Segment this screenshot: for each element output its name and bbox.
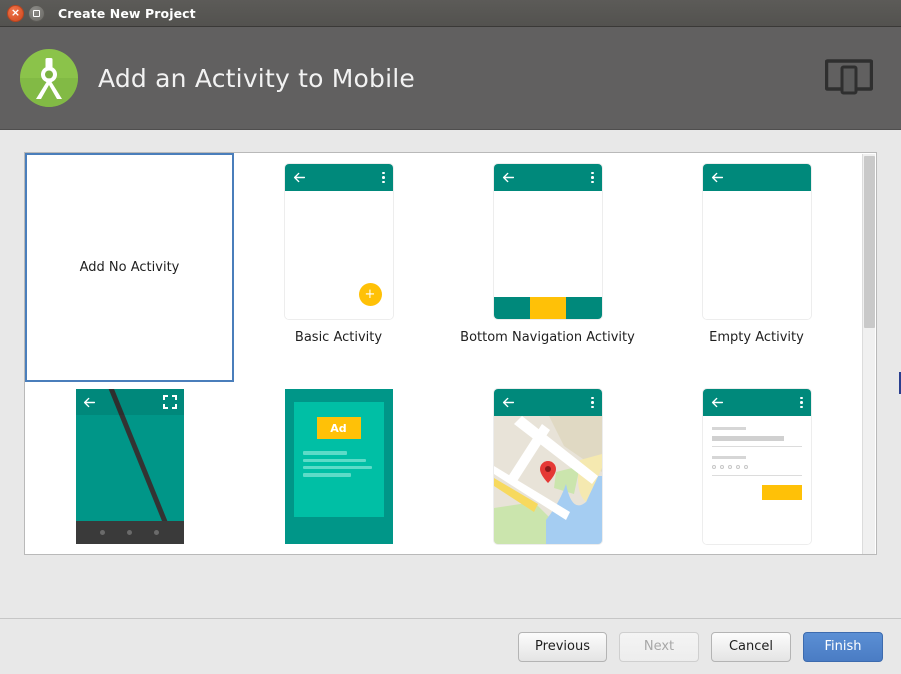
previous-button[interactable]: Previous	[518, 632, 607, 662]
bottom-navigation-bar	[494, 297, 602, 319]
admob-activity-thumbnail: Ad	[285, 389, 393, 544]
window-title: Create New Project	[58, 6, 196, 21]
template-card-bottom-navigation-activity[interactable]: Bottom Navigation Activity	[443, 164, 652, 345]
cancel-button[interactable]: Cancel	[711, 632, 791, 662]
overflow-menu-icon	[591, 172, 594, 184]
template-card-basic-activity[interactable]: + Basic Activity	[234, 164, 443, 345]
template-card-no-activity[interactable]: Add No Activity	[25, 153, 234, 382]
wizard-footer: Previous Next Cancel Finish	[0, 618, 901, 674]
back-arrow-icon	[293, 171, 306, 184]
back-arrow-icon	[83, 396, 96, 409]
template-card-empty-activity[interactable]: Empty Activity	[652, 164, 861, 345]
bottom-nav-item-active	[530, 297, 566, 319]
field-value-placeholder	[712, 436, 784, 441]
app-bar	[285, 164, 393, 191]
text-placeholder-line	[303, 473, 352, 477]
password-field-placeholder	[712, 456, 802, 476]
app-bar	[494, 164, 602, 191]
plus-icon: +	[365, 288, 376, 301]
text-placeholder-line	[303, 466, 372, 469]
vertical-scrollbar[interactable]	[862, 154, 875, 555]
fullscreen-expand-icon	[163, 395, 177, 409]
sign-in-button-placeholder	[762, 485, 802, 500]
back-arrow-icon	[711, 396, 724, 409]
template-gallery-area: Add No Activity +	[0, 130, 901, 618]
content-area: +	[285, 191, 393, 319]
maps-activity-thumbnail	[494, 389, 602, 544]
finish-button[interactable]: Finish	[803, 632, 883, 662]
close-icon: ×	[11, 7, 20, 18]
dot-indicator	[100, 530, 105, 535]
text-placeholder-line	[303, 451, 348, 455]
dot-indicator	[154, 530, 159, 535]
page-title: Add an Activity to Mobile	[98, 64, 415, 93]
empty-activity-thumbnail	[703, 164, 811, 319]
maximize-button[interactable]	[28, 5, 45, 22]
bottom-nav-item	[494, 297, 530, 319]
overflow-menu-icon	[591, 397, 594, 409]
template-label: Basic Activity	[234, 330, 443, 345]
map-pin-icon	[540, 461, 556, 483]
template-card-google-admob-ads-activity[interactable]: Ad Google AdMob Ads Activity	[234, 389, 443, 555]
text-placeholder-line	[303, 459, 366, 462]
bottom-control-bar	[76, 521, 184, 544]
dot-indicator	[127, 530, 132, 535]
template-card-fullscreen-activity[interactable]: Fullscreen Activity	[25, 389, 234, 555]
floating-action-button-icon: +	[359, 283, 382, 306]
field-label-placeholder	[712, 427, 746, 430]
ad-card: Ad	[294, 402, 384, 517]
content-area	[494, 191, 602, 319]
template-card-google-maps-activity[interactable]: Google Maps Activity	[443, 389, 652, 555]
back-arrow-icon	[502, 396, 515, 409]
window-titlebar: × Create New Project	[0, 0, 901, 27]
back-arrow-icon	[711, 171, 724, 184]
content-area	[703, 191, 811, 319]
overflow-menu-icon	[382, 172, 385, 184]
template-scroll-panel[interactable]: Add No Activity +	[24, 152, 877, 555]
close-button[interactable]: ×	[7, 5, 24, 22]
field-underline	[712, 446, 802, 447]
no-activity-label: Add No Activity	[80, 260, 180, 275]
maximize-icon	[33, 10, 40, 17]
back-arrow-icon	[502, 171, 515, 184]
devices-icon	[825, 59, 873, 97]
app-bar	[76, 389, 184, 415]
no-activity-tile[interactable]: Add No Activity	[25, 153, 234, 382]
next-button: Next	[619, 632, 699, 662]
field-label-placeholder	[712, 456, 746, 459]
bottom-navigation-thumbnail	[494, 164, 602, 319]
fullscreen-activity-thumbnail	[76, 389, 184, 544]
wizard-header: Add an Activity to Mobile	[0, 27, 901, 130]
basic-activity-thumbnail: +	[285, 164, 393, 319]
template-card-login-activity[interactable]: Login Activity	[652, 389, 861, 555]
field-underline	[712, 475, 802, 476]
map-canvas	[494, 416, 602, 544]
template-label: Bottom Navigation Activity	[443, 330, 652, 345]
android-studio-logo	[18, 47, 80, 109]
template-label: Empty Activity	[652, 330, 861, 345]
app-bar	[703, 389, 811, 416]
app-bar	[494, 389, 602, 416]
overflow-menu-icon	[800, 397, 803, 409]
password-dots	[712, 465, 802, 469]
login-form	[703, 416, 811, 544]
bottom-nav-item	[566, 297, 602, 319]
email-field-placeholder	[712, 427, 802, 447]
ad-badge: Ad	[317, 417, 361, 439]
scrollbar-thumb[interactable]	[864, 156, 875, 328]
login-activity-thumbnail	[703, 389, 811, 544]
window-controls: ×	[7, 5, 45, 22]
app-bar	[703, 164, 811, 191]
